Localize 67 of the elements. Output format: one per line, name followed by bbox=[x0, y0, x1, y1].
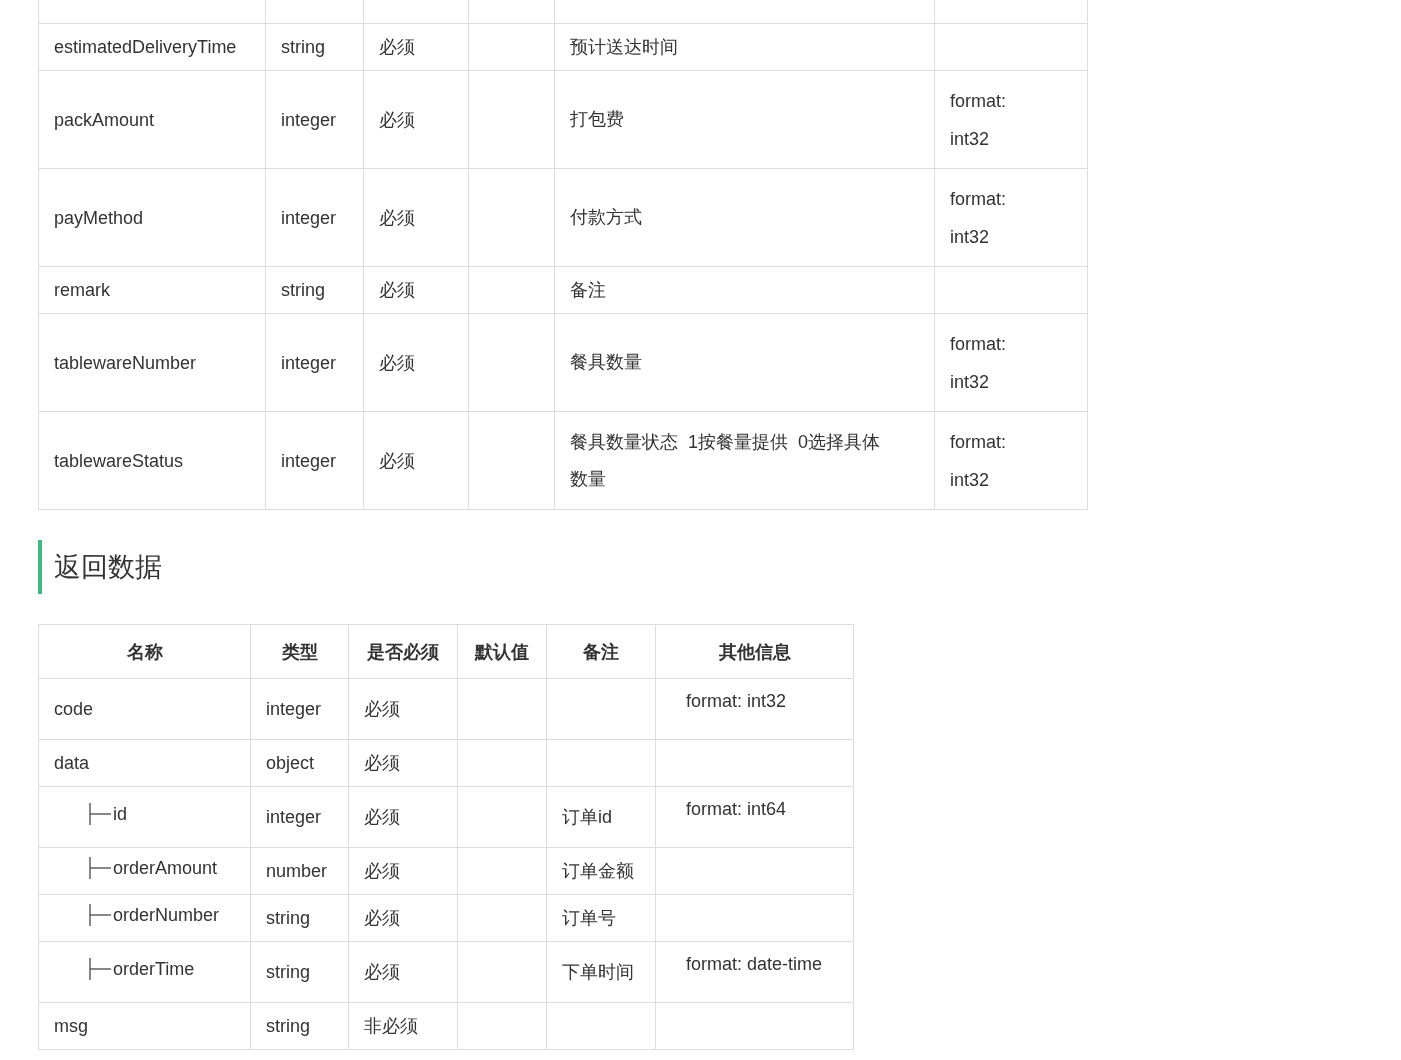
required-label: 必须 bbox=[364, 962, 400, 982]
field-format: format: int32 bbox=[950, 430, 1007, 492]
field-type: string bbox=[281, 37, 325, 57]
field-note: 付款方式 bbox=[570, 206, 642, 229]
field-name: tablewareStatus bbox=[54, 450, 184, 471]
field-type: integer bbox=[266, 699, 322, 719]
column-header: 备注 bbox=[583, 641, 619, 662]
column-header: 其他信息 bbox=[718, 641, 791, 662]
required-label: 必须 bbox=[379, 109, 415, 130]
column-header: 类型 bbox=[281, 641, 318, 662]
field-name: orderAmount bbox=[113, 857, 218, 880]
field-name: id bbox=[113, 803, 127, 826]
tree-branch-icon bbox=[89, 957, 111, 981]
required-label: 必须 bbox=[379, 352, 415, 373]
field-type: string bbox=[281, 280, 325, 300]
field-format: format: int32 bbox=[950, 89, 1007, 151]
field-note: 订单号 bbox=[562, 908, 616, 928]
field-type: string bbox=[266, 1016, 310, 1036]
column-header: 默认值 bbox=[475, 641, 529, 662]
field-name: orderTime bbox=[113, 958, 195, 981]
field-name: data bbox=[54, 753, 90, 773]
required-label: 必须 bbox=[379, 37, 415, 57]
tree-branch-icon bbox=[89, 903, 111, 927]
field-type: string bbox=[266, 962, 310, 982]
field-name: packAmount bbox=[54, 109, 155, 130]
field-type: integer bbox=[281, 109, 337, 130]
field-note: 下单时间 bbox=[562, 962, 634, 982]
field-format: format: int64 bbox=[686, 799, 787, 819]
field-format: format: int32 bbox=[950, 332, 1007, 394]
field-type: number bbox=[266, 861, 328, 881]
field-name: tablewareNumber bbox=[54, 352, 197, 373]
field-type: string bbox=[266, 908, 310, 928]
field-name: payMethod bbox=[54, 207, 144, 228]
required-label: 非必须 bbox=[364, 1016, 418, 1036]
column-header: 名称 bbox=[126, 641, 163, 662]
required-label: 必须 bbox=[364, 699, 400, 719]
field-type: integer bbox=[281, 352, 337, 373]
required-label: 必须 bbox=[364, 908, 400, 928]
field-note: 订单id bbox=[562, 807, 612, 827]
required-label: 必须 bbox=[364, 861, 400, 881]
field-name: orderNumber bbox=[113, 904, 220, 927]
field-note: 订单金额 bbox=[562, 861, 634, 881]
required-label: 必须 bbox=[379, 450, 415, 471]
field-type: integer bbox=[266, 807, 322, 827]
required-label: 必须 bbox=[364, 807, 400, 827]
required-label: 必须 bbox=[379, 280, 415, 300]
field-name: estimatedDeliveryTime bbox=[54, 37, 237, 57]
field-name: msg bbox=[54, 1016, 88, 1036]
field-note: 备注 bbox=[570, 278, 606, 302]
tree-branch-icon bbox=[89, 802, 111, 826]
required-label: 必须 bbox=[364, 753, 400, 773]
field-name: code bbox=[54, 699, 94, 719]
tree-branch-icon bbox=[89, 856, 111, 880]
field-type: object bbox=[266, 753, 315, 773]
section-heading: 返回数据 bbox=[38, 540, 1401, 594]
field-note: 预计送达时间 bbox=[570, 35, 678, 59]
field-type: integer bbox=[281, 207, 337, 228]
field-note: 餐具数量 bbox=[570, 351, 642, 374]
field-format: format: date-time bbox=[686, 954, 823, 974]
field-note: 餐具数量状态 1按餐量提供 0选择具体数量 bbox=[570, 430, 882, 491]
field-format: format: int32 bbox=[950, 187, 1007, 249]
column-header: 是否必须 bbox=[367, 641, 439, 662]
field-format: format: int32 bbox=[686, 691, 787, 711]
field-type: integer bbox=[281, 450, 337, 471]
field-name: remark bbox=[54, 280, 110, 300]
field-note: 打包费 bbox=[570, 108, 624, 131]
required-label: 必须 bbox=[379, 207, 415, 228]
